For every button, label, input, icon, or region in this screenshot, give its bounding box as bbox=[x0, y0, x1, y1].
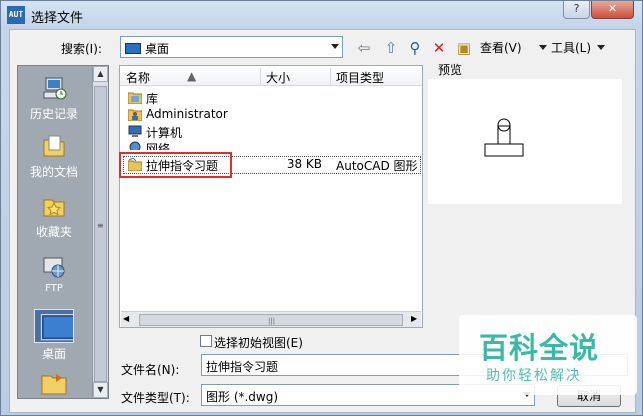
place-label: FTP bbox=[45, 283, 63, 294]
back-icon[interactable]: ⇦ bbox=[354, 39, 374, 57]
place-documents[interactable]: 我的文档 bbox=[18, 132, 90, 180]
scroll-left-icon[interactable]: ◀ bbox=[123, 314, 129, 323]
desktop-small-icon bbox=[125, 43, 141, 54]
search-label: 搜索(I): bbox=[61, 42, 102, 56]
chevron-down-icon bbox=[539, 45, 547, 50]
autocad-app-icon: AUT bbox=[7, 6, 25, 24]
file-size: 38 KB bbox=[286, 157, 322, 171]
file-list-hscrollbar[interactable]: ◀ ||| ▶ bbox=[121, 311, 421, 327]
user-folder-icon bbox=[128, 109, 142, 121]
favorites-icon bbox=[43, 199, 65, 217]
close-button[interactable]: ✕ bbox=[591, 1, 634, 19]
place-label: 收藏夹 bbox=[35, 225, 72, 239]
scroll-right-icon[interactable]: ▶ bbox=[411, 314, 417, 323]
title-bar: AUT 选择文件 ? ✕ bbox=[1, 1, 642, 29]
chevron-down-icon bbox=[597, 45, 606, 50]
filename-label: 文件名(N): bbox=[121, 363, 180, 377]
history-icon bbox=[43, 77, 67, 100]
highlight-annotation-box bbox=[119, 152, 232, 178]
watermark-title: 百科全说 bbox=[479, 331, 600, 365]
scroll-down-icon[interactable]: ▼ bbox=[93, 382, 108, 398]
file-row[interactable]: Administrator bbox=[124, 107, 420, 123]
desktop-icon bbox=[34, 309, 74, 343]
documents-icon bbox=[43, 135, 65, 157]
column-name[interactable]: 名称 bbox=[126, 69, 150, 86]
place-ftp[interactable]: FTP bbox=[18, 252, 90, 294]
file-row[interactable]: 库 bbox=[124, 90, 420, 106]
file-type: AutoCAD 图形 bbox=[336, 159, 418, 173]
place-history[interactable]: 历史记录 bbox=[18, 74, 90, 122]
place-label: 我的文档 bbox=[29, 165, 78, 179]
preview-label: 预览 bbox=[438, 63, 463, 77]
filetype-label: 文件类型(T): bbox=[121, 391, 190, 405]
tools-menu[interactable]: 工具(L) bbox=[539, 39, 609, 57]
sort-ascending-icon: ▲ bbox=[187, 69, 197, 83]
file-row[interactable]: 网络 bbox=[124, 140, 420, 150]
preview-pane bbox=[428, 79, 622, 204]
window-title: 选择文件 bbox=[31, 11, 84, 26]
place-favorites[interactable]: 收藏夹 bbox=[18, 192, 90, 240]
search-location-combo[interactable]: 桌面 bbox=[120, 36, 343, 58]
search-location-value: 桌面 bbox=[145, 42, 170, 56]
file-row[interactable]: 计算机 bbox=[124, 124, 420, 140]
scroll-up-icon[interactable]: ▲ bbox=[93, 66, 108, 82]
view-menu[interactable]: 查看(V) bbox=[480, 39, 522, 57]
network-icon bbox=[129, 141, 141, 150]
initial-view-label: 选择初始视图(E) bbox=[214, 336, 303, 350]
place-label: 桌面 bbox=[41, 347, 66, 361]
place-more[interactable] bbox=[40, 370, 68, 399]
computer-icon bbox=[128, 125, 142, 137]
place-label: 历史记录 bbox=[29, 107, 78, 121]
file-list[interactable]: 名称 ▲ 大小 项目类型 库 Administrator 计算机 网络 拉伸指令… bbox=[119, 65, 423, 328]
places-scrollbar[interactable]: ▲ ≡ ▼ bbox=[92, 66, 108, 398]
delete-icon[interactable]: ✕ bbox=[429, 39, 449, 57]
watermark-overlay: 百科全说 助你轻松解决 bbox=[459, 315, 637, 395]
place-desktop[interactable]: 桌面 bbox=[18, 309, 90, 362]
chevron-down-icon bbox=[331, 44, 339, 49]
ftp-icon bbox=[43, 257, 65, 278]
select-file-dialog: AUT 选择文件 ? ✕ 搜索(I): 桌面 ⇦ ⇧ ⚲ ✕ ▣ 查看(V) 工… bbox=[0, 0, 643, 416]
scroll-thumb[interactable]: ||| bbox=[139, 314, 403, 326]
drawing-thumbnail bbox=[484, 118, 524, 157]
folder-icon bbox=[41, 374, 67, 395]
search-web-icon[interactable]: ⚲ bbox=[405, 39, 425, 57]
watermark-subtitle: 助你轻松解决 bbox=[486, 368, 582, 384]
column-type[interactable]: 项目类型 bbox=[336, 69, 384, 86]
scroll-thumb[interactable]: ≡ bbox=[94, 86, 107, 382]
file-list-header: 名称 ▲ 大小 项目类型 bbox=[120, 66, 422, 86]
column-size[interactable]: 大小 bbox=[266, 69, 290, 86]
library-icon bbox=[128, 92, 142, 104]
places-bar: 历史记录 我的文档 收藏夹 FTP 桌面 ▲ ≡ ▼ bbox=[17, 65, 109, 399]
help-button[interactable]: ? bbox=[563, 1, 590, 19]
initial-view-checkbox[interactable] bbox=[200, 335, 212, 347]
new-folder-icon[interactable]: ▣ bbox=[454, 39, 474, 57]
up-folder-icon[interactable]: ⇧ bbox=[381, 39, 401, 57]
